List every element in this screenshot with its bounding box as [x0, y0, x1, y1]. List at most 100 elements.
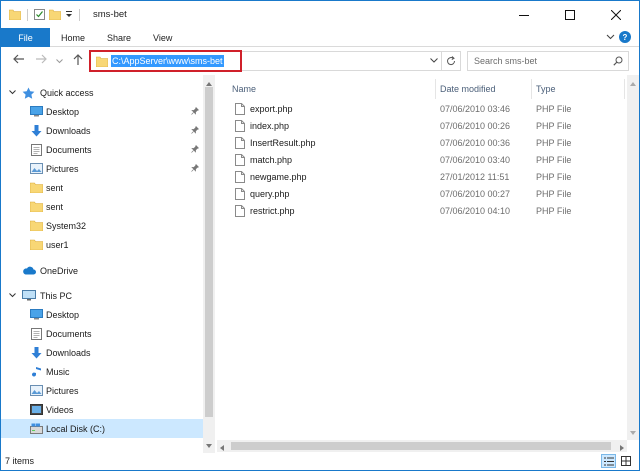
forward-arrow-icon[interactable] — [35, 54, 47, 66]
column-divider[interactable] — [435, 79, 436, 99]
expand-ribbon-chevron-icon[interactable] — [606, 32, 615, 42]
pin-icon[interactable] — [191, 163, 200, 174]
nav-label: user1 — [46, 239, 69, 250]
tab-share[interactable]: Share — [107, 28, 131, 47]
file-date: 07/06/2010 00:27 — [440, 189, 511, 199]
nav-pc-documents[interactable]: Documents — [1, 324, 203, 343]
nav-onedrive[interactable]: OneDrive — [1, 261, 203, 280]
file-name: match.php — [250, 155, 293, 165]
tab-view[interactable]: View — [153, 28, 172, 47]
recent-locations-chevron-icon[interactable] — [56, 56, 63, 66]
scroll-left-arrow-icon[interactable] — [220, 443, 224, 453]
column-divider[interactable] — [624, 79, 625, 99]
nav-quick-pictures[interactable]: Pictures — [1, 159, 203, 178]
large-icons-view-button[interactable] — [618, 454, 633, 468]
nav-pc-local-disk[interactable]: Local Disk (C:) — [1, 419, 203, 438]
chevron-down-icon[interactable] — [9, 293, 16, 298]
computer-icon — [22, 290, 36, 301]
nav-pane-scrollbar[interactable] — [203, 75, 215, 453]
folder-icon — [30, 220, 43, 231]
file-icon — [235, 120, 245, 134]
minimize-button[interactable] — [501, 1, 547, 28]
nav-quick-system32[interactable]: System32 — [1, 216, 203, 235]
file-row[interactable]: export.php 07/06/2010 03:46 PHP File — [217, 101, 617, 118]
chevron-down-icon[interactable] — [9, 90, 16, 95]
nav-label: Pictures — [46, 163, 79, 174]
file-row[interactable]: index.php 07/06/2010 00:26 PHP File — [217, 118, 617, 135]
nav-pc-videos[interactable]: Videos — [1, 400, 203, 419]
nav-pc-music[interactable]: Music — [1, 362, 203, 381]
nav-label: Videos — [46, 404, 74, 415]
properties-icon[interactable] — [34, 8, 45, 22]
window-controls — [501, 1, 639, 28]
pin-icon[interactable] — [191, 125, 200, 136]
nav-quick-sent[interactable]: sent — [1, 178, 203, 197]
documents-icon — [31, 143, 42, 156]
nav-pc-pictures[interactable]: Pictures — [1, 381, 203, 400]
details-view-button[interactable] — [601, 454, 616, 468]
folder-icon — [30, 239, 43, 250]
nav-this-pc[interactable]: This PC — [1, 286, 203, 305]
nav-quick-sent-2[interactable]: sent — [1, 197, 203, 216]
close-button[interactable] — [593, 1, 639, 28]
customize-toolbar-icon[interactable] — [65, 10, 73, 20]
nav-label: System32 — [46, 220, 87, 231]
column-header-name[interactable]: Name — [232, 79, 256, 99]
pin-icon[interactable] — [191, 144, 200, 155]
file-type: PHP File — [536, 138, 572, 148]
nav-label: Desktop — [46, 309, 80, 320]
up-arrow-icon[interactable] — [73, 54, 83, 67]
file-row[interactable]: match.php 07/06/2010 03:40 PHP File — [217, 152, 617, 169]
scroll-down-arrow-icon[interactable] — [630, 427, 636, 437]
ribbon-tabs: File Home Share View ? — [1, 28, 639, 47]
file-row[interactable]: InsertResult.php 07/06/2010 00:36 PHP Fi… — [217, 135, 617, 152]
pin-icon[interactable] — [191, 106, 200, 117]
column-header-date[interactable]: Date modified — [440, 79, 496, 99]
search-input[interactable]: Search sms-bet — [474, 56, 537, 66]
nav-quick-user1[interactable]: user1 — [1, 235, 203, 254]
nav-quick-desktop[interactable]: Desktop — [1, 102, 203, 121]
scroll-right-arrow-icon[interactable] — [620, 443, 624, 453]
item-count: 7 items — [5, 456, 35, 466]
folder-icon — [30, 201, 43, 212]
pictures-icon — [30, 385, 43, 396]
tab-home[interactable]: Home — [61, 28, 85, 47]
refresh-button[interactable] — [442, 51, 461, 71]
search-box[interactable]: Search sms-bet — [467, 51, 629, 71]
back-arrow-icon[interactable] — [13, 54, 25, 66]
help-icon[interactable]: ? — [619, 31, 631, 43]
nav-quick-documents[interactable]: Documents — [1, 140, 203, 159]
music-note-icon — [32, 366, 42, 378]
file-name: index.php — [250, 121, 290, 131]
nav-label: Downloads — [46, 125, 91, 136]
column-divider[interactable] — [531, 79, 532, 99]
file-row[interactable]: restrict.php 07/06/2010 04:10 PHP File — [217, 203, 617, 220]
file-date: 27/01/2012 11:51 — [440, 172, 510, 182]
title-bar: sms-bet — [1, 1, 639, 28]
nav-quick-downloads[interactable]: Downloads — [1, 121, 203, 140]
tab-file[interactable]: File — [1, 28, 50, 47]
nav-label: sent — [46, 201, 64, 212]
scroll-down-arrow-icon[interactable] — [206, 440, 212, 450]
file-list-horizontal-scrollbar[interactable] — [217, 440, 627, 452]
new-folder-icon[interactable] — [48, 9, 62, 22]
column-header-type[interactable]: Type — [536, 79, 556, 99]
scrollbar-thumb[interactable] — [205, 87, 213, 417]
large-icons-view-icon — [620, 456, 631, 466]
file-list-vertical-scrollbar[interactable] — [627, 75, 639, 440]
file-name: newgame.php — [250, 172, 307, 182]
maximize-button[interactable] — [547, 1, 593, 28]
file-list-pane: Name Date modified Type Si export.php 07… — [217, 75, 639, 453]
nav-pc-downloads[interactable]: Downloads — [1, 343, 203, 362]
search-icon[interactable] — [613, 56, 623, 68]
nav-pc-desktop[interactable]: Desktop — [1, 305, 203, 324]
file-date: 07/06/2010 00:26 — [440, 121, 511, 131]
nav-label: Documents — [46, 328, 92, 339]
refresh-icon — [447, 56, 456, 66]
address-dropdown-chevron-icon[interactable] — [430, 56, 438, 66]
file-row[interactable]: newgame.php 27/01/2012 11:51 PHP File — [217, 169, 617, 186]
file-row[interactable]: query.php 07/06/2010 00:27 PHP File — [217, 186, 617, 203]
scrollbar-thumb[interactable] — [231, 442, 611, 450]
nav-quick-access[interactable]: Quick access — [1, 83, 203, 102]
scroll-up-arrow-icon[interactable] — [630, 78, 636, 88]
